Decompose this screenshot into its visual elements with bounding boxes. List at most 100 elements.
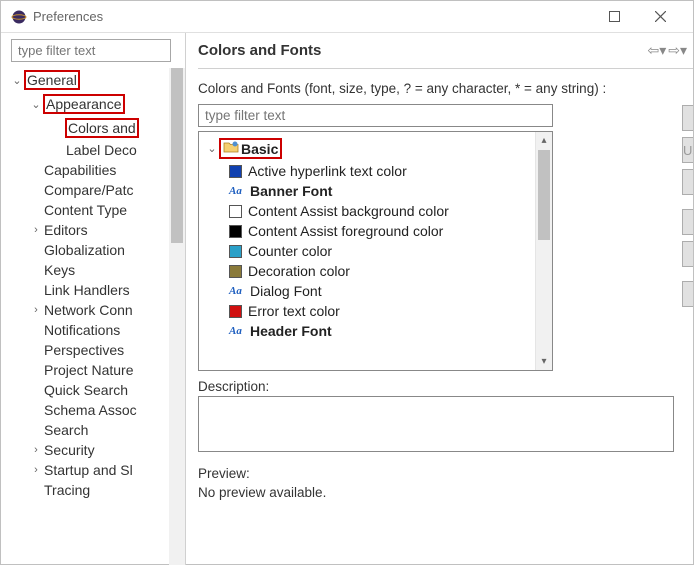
tree-item-label: General xyxy=(24,70,80,90)
tree-filter-input[interactable] xyxy=(11,39,171,62)
tree-item[interactable]: ›Security xyxy=(7,440,168,460)
maximize-button[interactable] xyxy=(591,2,637,32)
font-icon: Aa xyxy=(229,185,244,197)
tree-item-label: Project Nature xyxy=(43,362,134,378)
list-item[interactable]: AaBanner Font xyxy=(203,181,552,201)
tree-item-label: Capabilities xyxy=(43,162,117,178)
nav-arrows: ⇦▾ ⇨▾ xyxy=(647,42,687,59)
tree-item-label: Security xyxy=(43,442,96,458)
tree-item[interactable]: Link Handlers xyxy=(7,280,168,300)
close-button[interactable] xyxy=(637,2,683,32)
tree-item-label: Link Handlers xyxy=(43,282,131,298)
tree-item-label: Search xyxy=(43,422,89,438)
tree-item-label: Content Type xyxy=(43,202,128,218)
scrollbar-thumb[interactable] xyxy=(538,150,550,240)
list-item-label: Content Assist background color xyxy=(248,203,449,219)
go-to-default-button[interactable]: Go to Default xyxy=(682,241,693,267)
list-item-label: Decoration color xyxy=(248,263,350,279)
tree-item[interactable]: Tracing xyxy=(7,480,168,500)
tree-item-label: Perspectives xyxy=(43,342,125,358)
tree-item[interactable]: Keys xyxy=(7,260,168,280)
tree-item-label: Colors and xyxy=(65,118,139,138)
tree-item[interactable]: ›Startup and Sl xyxy=(7,460,168,480)
tree-item[interactable]: Project Nature xyxy=(7,360,168,380)
tree-item-label: Label Deco xyxy=(65,142,138,158)
tree-item[interactable]: Capabilities xyxy=(7,160,168,180)
folder-icon xyxy=(223,140,239,157)
scrollbar-thumb[interactable] xyxy=(171,68,183,243)
expand-arrow-icon[interactable]: ⌄ xyxy=(10,74,24,87)
tree-item[interactable]: Quick Search xyxy=(7,380,168,400)
list-item[interactable]: Counter color xyxy=(203,241,552,261)
list-item[interactable]: Aa Dialog Font xyxy=(203,281,552,301)
list-item[interactable]: Content Assist foreground color xyxy=(203,221,552,241)
list-item[interactable]: Content Assist background color xyxy=(203,201,552,221)
forward-button[interactable]: ⇨▾ xyxy=(668,42,687,59)
tree-item-label: Globalization xyxy=(43,242,126,258)
scroll-down-button[interactable]: ▾ xyxy=(536,353,552,370)
list-item-label: Counter color xyxy=(248,243,332,259)
list-item[interactable]: Decoration color xyxy=(203,261,552,281)
color-swatch xyxy=(229,225,242,238)
page-title: Colors and Fonts xyxy=(198,42,647,59)
expand-arrow-icon[interactable]: › xyxy=(29,224,43,236)
expand-arrow-icon[interactable]: › xyxy=(29,464,43,476)
list-category[interactable]: ⌄Basic xyxy=(203,136,552,161)
color-swatch xyxy=(229,165,242,178)
description-box xyxy=(198,396,674,452)
tree-item[interactable]: ›Network Conn xyxy=(7,300,168,320)
tree-item[interactable]: Globalization xyxy=(7,240,168,260)
tree-item-label: Notifications xyxy=(43,322,121,338)
tree-item[interactable]: ⌄General xyxy=(7,68,168,92)
expand-arrow-icon[interactable]: ⌄ xyxy=(29,98,43,111)
tree-item-label: Startup and Sl xyxy=(43,462,134,478)
list-item[interactable]: Error text color xyxy=(203,301,552,321)
tree-item-label: Appearance xyxy=(43,94,125,114)
expand-arrow-icon[interactable]: › xyxy=(29,444,43,456)
preview-label: Preview: xyxy=(198,466,674,481)
tree-item[interactable]: Schema Assoc xyxy=(7,400,168,420)
tree-item[interactable]: ⌄Appearance xyxy=(7,92,168,116)
tree-item[interactable]: Label Deco xyxy=(7,140,168,160)
list-item-label: Active hyperlink text color xyxy=(248,163,407,179)
font-icon: Aa xyxy=(229,285,244,297)
tree-item[interactable]: Colors and xyxy=(7,116,168,140)
tree-item-label: Tracing xyxy=(43,482,91,498)
back-button[interactable]: ⇦▾ xyxy=(647,42,666,59)
expand-arrow-icon[interactable]: › xyxy=(29,304,43,316)
list-item-label: Content Assist foreground color xyxy=(248,223,443,239)
reset-button[interactable]: Reset xyxy=(682,169,693,195)
page-subtitle: Colors and Fonts (font, size, type, ? = … xyxy=(198,69,693,104)
tree-item-label: Quick Search xyxy=(43,382,129,398)
list-item-label: Dialog Font xyxy=(250,283,322,299)
color-swatch xyxy=(229,265,242,278)
edit-default-button[interactable]: Edit Default... xyxy=(682,209,693,235)
preview-text: No preview available. xyxy=(198,485,674,500)
eclipse-icon xyxy=(11,9,27,25)
use-system-font-button[interactable]: Use System Fon xyxy=(682,137,693,163)
font-icon: Aa xyxy=(229,325,244,337)
list-scrollbar[interactable]: ▴ ▾ xyxy=(535,132,552,370)
list-item[interactable]: Active hyperlink text color xyxy=(203,161,552,181)
tree-item[interactable]: Content Type xyxy=(7,200,168,220)
list-filter-input[interactable] xyxy=(198,104,553,127)
tree-scrollbar[interactable] xyxy=(169,68,185,565)
color-swatch xyxy=(229,205,242,218)
color-swatch xyxy=(229,245,242,258)
tree-item-label: Keys xyxy=(43,262,76,278)
tree-item[interactable]: Search xyxy=(7,420,168,440)
preferences-tree[interactable]: ⌄General⌄AppearanceColors andLabel DecoC… xyxy=(7,68,185,565)
tree-item-label: Compare/Patc xyxy=(43,182,134,198)
tree-item[interactable]: Notifications xyxy=(7,320,168,340)
expand-all-button[interactable]: Expand All xyxy=(682,281,693,307)
scroll-up-button[interactable]: ▴ xyxy=(536,132,552,149)
tree-item-label: Network Conn xyxy=(43,302,134,318)
tree-item[interactable]: ›Editors xyxy=(7,220,168,240)
edit-button[interactable]: Edit... xyxy=(682,105,693,131)
tree-item[interactable]: Compare/Patc xyxy=(7,180,168,200)
window-title: Preferences xyxy=(33,9,591,24)
list-item[interactable]: AaHeader Font xyxy=(203,321,552,341)
colors-fonts-list[interactable]: ⌄Basic Active hyperlink text color AaBanne… xyxy=(198,131,553,371)
tree-item[interactable]: Perspectives xyxy=(7,340,168,360)
expand-arrow-icon[interactable]: ⌄ xyxy=(205,142,219,155)
